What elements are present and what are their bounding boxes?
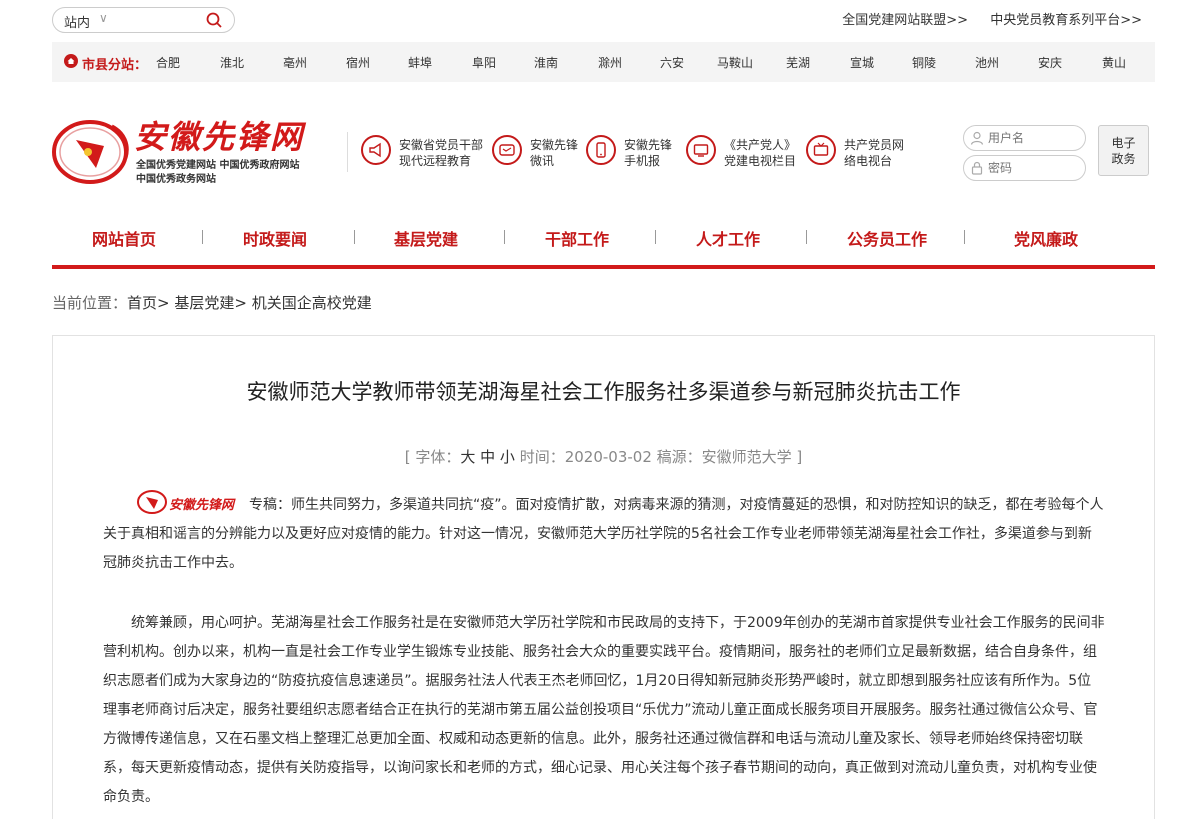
feature-tv-program[interactable]: 《共产党人》 党建电视栏目 [686, 134, 798, 170]
logo-subtitle-1: 全国优秀党建网站 中国优秀政府网站 [136, 160, 300, 171]
nav-integrity[interactable]: 党风廉政 [1014, 226, 1078, 250]
city-sites-label: 市县分站： [82, 58, 148, 73]
article-title: 安徽师范大学教师带领芜湖海星社会工作服务社多渠道参与新冠肺炎抗击工作 [246, 380, 961, 404]
feature-line1: 《共产党人》 [724, 138, 797, 152]
nav-separator [964, 230, 965, 244]
article-panel: 安徽师范大学教师带领芜湖海星社会工作服务社多渠道参与新冠肺炎抗击工作 [ 字体：… [52, 335, 1155, 819]
font-size-small-button[interactable]: 小 [500, 448, 515, 466]
inline-logo: 安徽先锋网 [137, 489, 249, 515]
city-link[interactable]: 马鞍山 [717, 54, 753, 71]
link-party-site-alliance[interactable]: 全国党建网站联盟>> [842, 13, 968, 28]
username-field[interactable] [963, 125, 1086, 151]
city-link[interactable]: 宣城 [850, 54, 874, 71]
feature-line1: 共产党员网 [844, 138, 905, 152]
user-icon [970, 131, 984, 145]
city-link[interactable]: 滁州 [598, 54, 622, 71]
chevron-down-icon[interactable]: ∨ [99, 11, 108, 25]
city-link[interactable]: 阜阳 [472, 54, 496, 71]
feature-line2: 现代远程教育 [399, 154, 472, 168]
nav-grassroots[interactable]: 基层党建 [394, 226, 458, 250]
city-link[interactable]: 芜湖 [786, 54, 810, 71]
feature-wechat[interactable]: 安徽先锋 微讯 [492, 134, 582, 170]
site-search-box[interactable]: 站内 ∨ [52, 7, 235, 33]
lock-icon [971, 161, 983, 175]
username-input[interactable] [988, 129, 1078, 147]
search-icon[interactable] [205, 11, 223, 29]
tv-channel-icon [806, 135, 836, 165]
city-link[interactable]: 淮南 [534, 54, 558, 71]
logo-emblem-icon [52, 120, 129, 184]
feature-network-tv[interactable]: 共产党员网 络电视台 [806, 134, 916, 170]
city-link[interactable]: 合肥 [156, 54, 180, 71]
nav-home[interactable]: 网站首页 [92, 226, 156, 250]
e-government-button[interactable]: 电子 政务 [1098, 125, 1149, 176]
nav-talent-work[interactable]: 人才工作 [696, 226, 760, 250]
city-sites-bar: 市县分站： 合肥 淮北 亳州 宿州 蚌埠 阜阳 淮南 滁州 六安 马鞍山 芜湖 … [52, 42, 1155, 82]
nav-separator [504, 230, 505, 244]
city-link[interactable]: 蚌埠 [408, 54, 432, 71]
meta-font-label: [ 字体： [404, 448, 461, 466]
top-bar: 站内 ∨ 全国党建网站联盟>> 中央党员教育系列平台>> [0, 0, 1200, 40]
home-icon [64, 54, 78, 68]
mobile-icon [586, 135, 616, 165]
e-government-line1: 电子 [1111, 136, 1136, 150]
nav-underline [52, 265, 1155, 269]
city-link[interactable]: 淮北 [220, 54, 244, 71]
city-link[interactable]: 六安 [660, 54, 684, 71]
logo-subtitle-2: 中国优秀政务网站 [136, 174, 216, 185]
feature-line1: 安徽先锋 [530, 138, 579, 152]
meta-date-source: 时间：2020-03-02 稿源：安徽师范大学 ] [514, 448, 803, 466]
feature-line1: 安徽省党员干部 [399, 138, 484, 152]
nav-civil-service[interactable]: 公务员工作 [847, 226, 927, 250]
feature-mobile-paper[interactable]: 安徽先锋 手机报 [586, 134, 676, 170]
nav-cadre-work[interactable]: 干部工作 [545, 226, 609, 250]
city-link[interactable]: 黄山 [1102, 54, 1126, 71]
breadcrumb-trail[interactable]: 首页> 基层党建> 机关国企高校党建 [127, 294, 372, 312]
header-divider [347, 132, 348, 172]
e-government-line2: 政务 [1111, 152, 1136, 166]
feature-line1: 安徽先锋 [624, 138, 673, 152]
city-link[interactable]: 安庆 [1038, 54, 1062, 71]
search-scope-select[interactable]: 站内 [64, 12, 90, 31]
main-nav: 网站首页 时政要闻 基层党建 干部工作 人才工作 公务员工作 党风廉政 [52, 222, 1155, 252]
link-central-education-platform[interactable]: 中央党员教育系列平台>> [990, 13, 1142, 28]
horn-icon [361, 135, 391, 165]
password-field[interactable] [963, 155, 1086, 181]
article-paragraph-2: 统筹兼顾，用心呵护。芜湖海星社会工作服务社是在安徽师范大学历社学院和市民政局的支… [103, 615, 1105, 805]
nav-current-affairs[interactable]: 时政要闻 [243, 226, 307, 250]
article-paragraph-1: 安徽先锋网 专稿：师生共同努力，多渠道共同抗“疫”。面对疫情扩散，对病毒来源的猜测… [103, 489, 1105, 578]
logo-name: 安徽先锋网 [134, 118, 305, 156]
breadcrumb-label: 当前位置： [52, 294, 128, 312]
wechat-icon [492, 135, 522, 165]
paragraph-text: 专稿：师生共同努力，多渠道共同抗“疫”。面对疫情扩散，对病毒来源的猜测，对疫情蔓… [103, 497, 1104, 571]
nav-separator [354, 230, 355, 244]
feature-line2: 络电视台 [844, 154, 893, 168]
city-link[interactable]: 池州 [975, 54, 999, 71]
feature-line2: 手机报 [624, 154, 661, 168]
font-size-large-button[interactable]: 大 [460, 448, 475, 466]
city-link[interactable]: 铜陵 [912, 54, 936, 71]
breadcrumb: 当前位置：首页> 基层党建> 机关国企高校党建 [52, 292, 372, 313]
feature-remote-education[interactable]: 安徽省党员干部 现代远程教育 [361, 134, 486, 170]
tv-icon [686, 135, 716, 165]
nav-separator [655, 230, 656, 244]
inline-logo-text: 安徽先锋网 [169, 498, 235, 513]
top-links: 全国党建网站联盟>> 中央党员教育系列平台>> [824, 9, 1142, 28]
city-link[interactable]: 宿州 [346, 54, 370, 71]
nav-separator [806, 230, 807, 244]
password-input[interactable] [988, 159, 1078, 177]
article-meta: [ 字体：大 中 小 时间：2020-03-02 稿源：安徽师范大学 ] [53, 446, 1154, 467]
logo-emblem-icon [137, 490, 167, 514]
feature-line2: 微讯 [530, 154, 555, 168]
city-link[interactable]: 亳州 [283, 54, 307, 71]
feature-line2: 党建电视栏目 [724, 154, 797, 168]
site-logo[interactable]: 安徽先锋网 全国优秀党建网站 中国优秀政府网站 中国优秀政务网站 [52, 112, 342, 187]
nav-separator [202, 230, 203, 244]
font-size-medium-button[interactable]: 中 [480, 448, 495, 466]
